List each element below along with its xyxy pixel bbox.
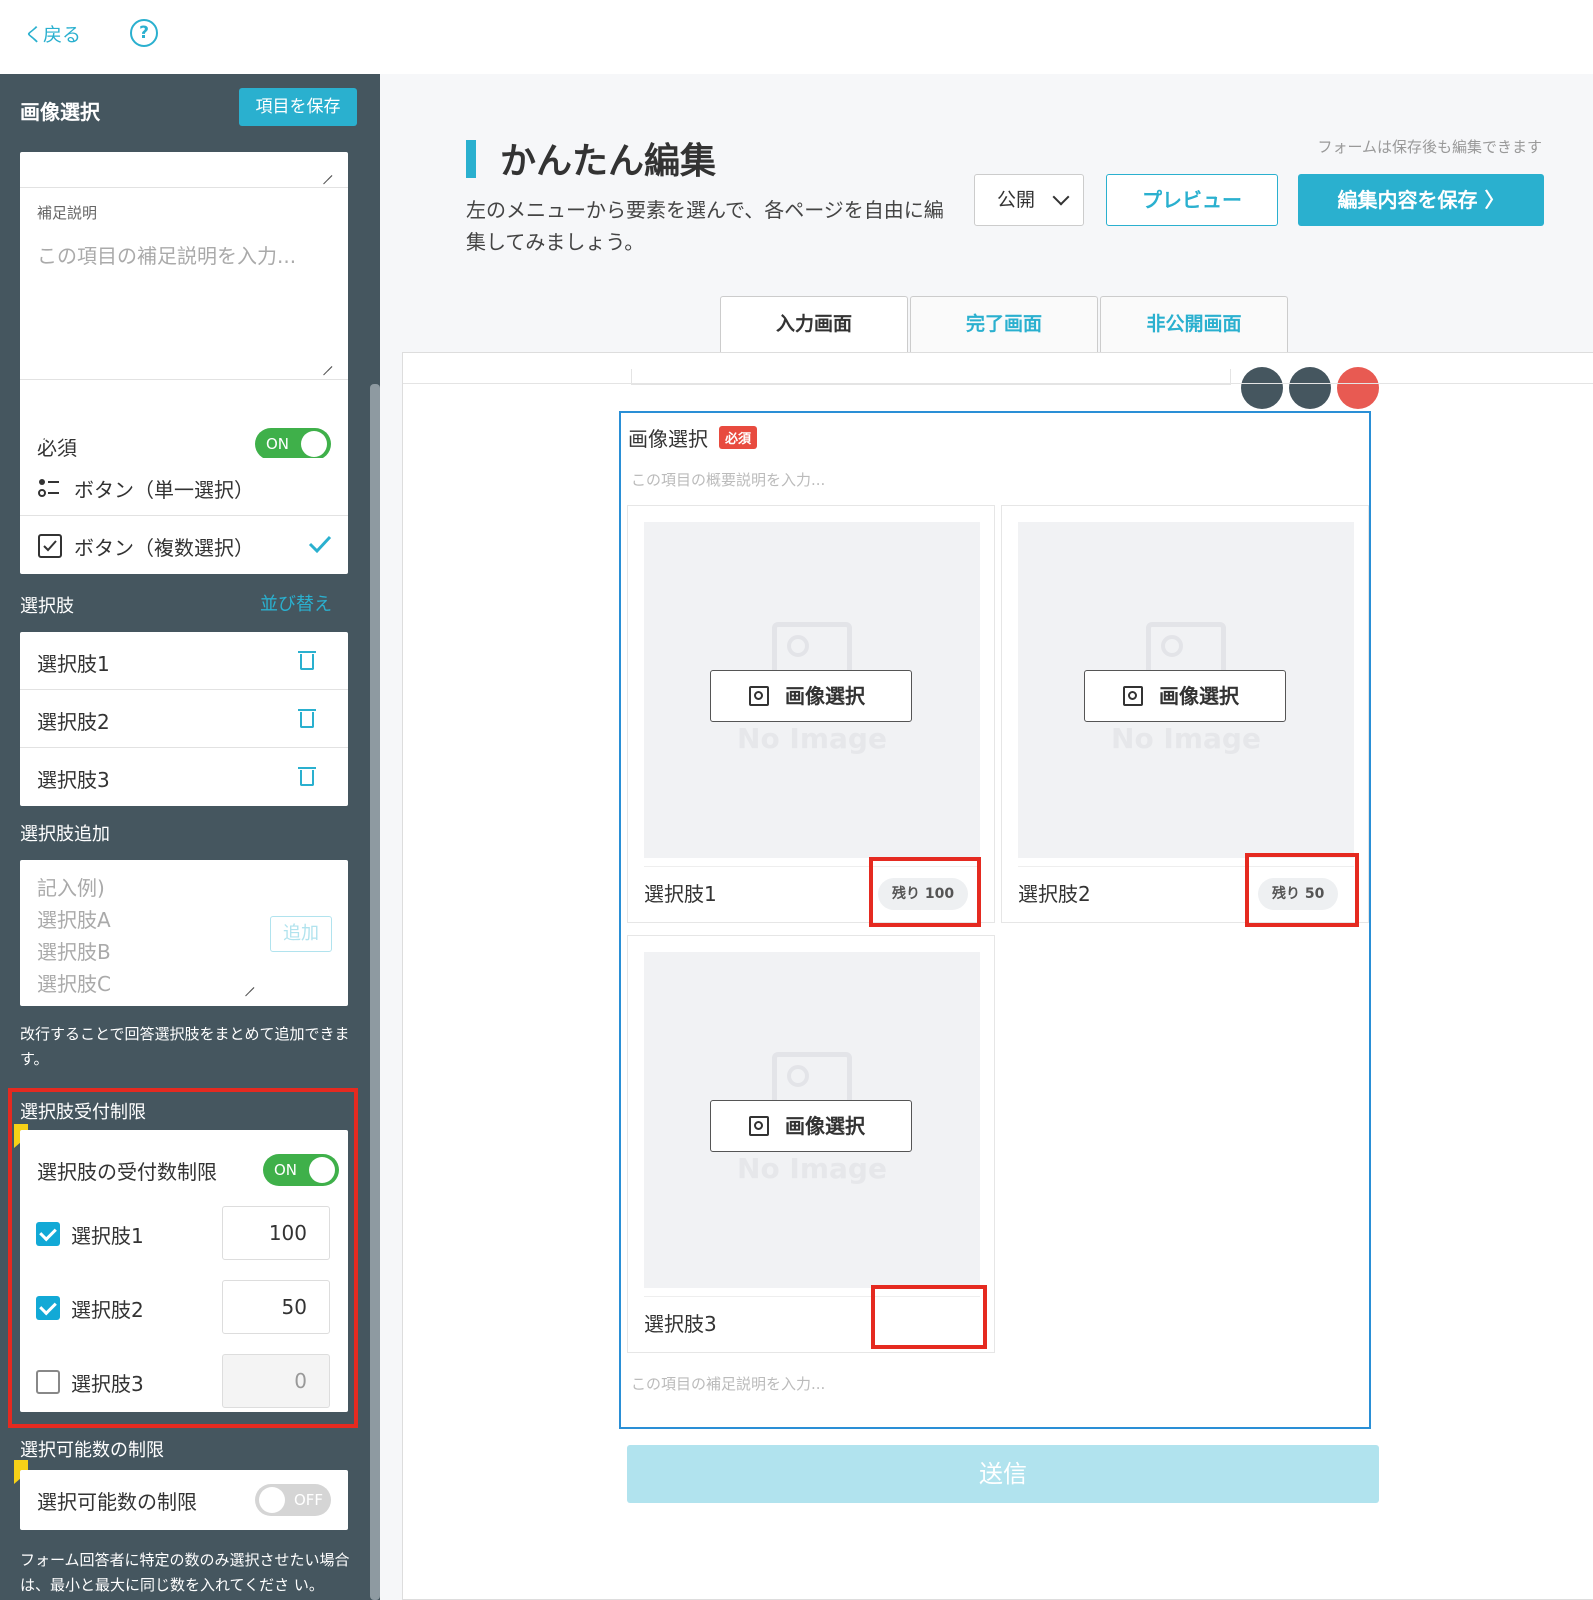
choice-label: 選択肢2 xyxy=(37,710,110,734)
toggle-state: ON xyxy=(266,435,290,453)
resize-handle-icon[interactable] xyxy=(320,355,334,369)
add-choice-placeholder-line: 選択肢B xyxy=(37,940,111,964)
public-status-label: 公開 xyxy=(997,189,1036,211)
no-image-text: No Image xyxy=(1111,722,1261,755)
trash-icon[interactable] xyxy=(298,709,316,728)
toggle-knob xyxy=(259,1487,285,1513)
delete-icon[interactable] xyxy=(1337,367,1379,409)
tab-input[interactable]: 入力画面 xyxy=(720,296,908,353)
image-select-button[interactable]: 画像選択 xyxy=(710,670,912,722)
highlight-box xyxy=(871,1285,987,1349)
sidebar-scrollbar[interactable] xyxy=(370,384,380,1600)
required-toggle[interactable]: ON xyxy=(255,428,331,460)
toggle-knob xyxy=(301,431,327,457)
checkbox-icon xyxy=(38,534,62,558)
highlight-box xyxy=(869,857,981,927)
resize-handle-icon[interactable] xyxy=(242,976,256,990)
reorder-link[interactable]: 並び替え xyxy=(260,590,332,616)
choice-label: 選択肢3 xyxy=(37,768,110,792)
image-select-label: 画像選択 xyxy=(785,684,865,708)
submit-button[interactable]: 送信 xyxy=(627,1445,1379,1503)
supplement-textarea[interactable]: この項目の補足説明を入力... xyxy=(20,226,348,380)
image-select-label: 画像選択 xyxy=(785,1114,865,1138)
image-select-button[interactable]: 画像選択 xyxy=(1084,670,1286,722)
format-option-label: ボタン（複数選択） xyxy=(74,536,254,560)
option-label: 選択肢2 xyxy=(1018,882,1091,906)
form-canvas: 画像選択 必須 この項目の概要説明を入力... No Image 画像選択 選択… xyxy=(402,352,1593,1600)
sidebar-title: 画像選択 xyxy=(20,100,100,124)
add-choice-placeholder-line: 選択肢C xyxy=(37,972,111,996)
image-placeholder: No Image 画像選択 xyxy=(1018,522,1354,858)
select-count-card: 選択可能数の制限 OFF xyxy=(20,1470,348,1530)
add-choice-note: 改行することで回答選択肢をまとめて追加できます。 xyxy=(20,1025,350,1068)
tab-complete[interactable]: 完了画面 xyxy=(910,296,1098,352)
required-badge: 必須 xyxy=(719,426,758,449)
supplement-label: 補足説明 xyxy=(37,204,98,222)
supplement-placeholder[interactable]: この項目の補足説明を入力... xyxy=(631,1373,825,1394)
title-accent-bar xyxy=(466,140,476,178)
image-icon xyxy=(1123,686,1143,706)
main-area: かんたん編集 左のメニューから要素を選んで、各ページを自由に編集してみましょう。… xyxy=(380,74,1593,1600)
choices-label: 選択肢 xyxy=(20,596,74,617)
public-status-dropdown[interactable]: 公開 xyxy=(974,174,1084,226)
top-bar: く戻る ? xyxy=(0,0,1593,74)
option-label: 選択肢3 xyxy=(644,1312,717,1336)
list-radio-icon xyxy=(38,478,60,498)
highlight-box xyxy=(1245,853,1359,927)
image-icon xyxy=(749,686,769,706)
image-select-label: 画像選択 xyxy=(1159,684,1239,708)
select-format-card: ボタン（単一選択） ボタン（複数選択） xyxy=(20,458,348,574)
page-description: 左のメニューから要素を選んで、各ページを自由に編集してみましょう。 xyxy=(466,198,944,254)
select-count-note: フォーム回答者に特定の数のみ選択させたい場合は、最小と最大に同じ数を入れてくださ… xyxy=(20,1551,350,1594)
save-item-button[interactable]: 項目を保存 xyxy=(239,88,357,126)
help-icon[interactable]: ? xyxy=(130,19,158,47)
save-hint: フォームは保存後も編集できます xyxy=(1317,138,1542,156)
page-title: かんたん編集 xyxy=(500,141,717,182)
choices-list: 選択肢1 選択肢2 選択肢3 xyxy=(20,632,348,806)
tab-private[interactable]: 非公開画面 xyxy=(1100,296,1288,352)
add-choice-button[interactable]: 追加 xyxy=(270,916,332,952)
trash-icon[interactable] xyxy=(298,767,316,786)
no-image-text: No Image xyxy=(737,722,887,755)
back-link[interactable]: く戻る xyxy=(24,20,81,47)
image-icon xyxy=(749,1116,769,1136)
resize-handle-icon[interactable] xyxy=(320,164,334,178)
format-option-single[interactable]: ボタン（単一選択） xyxy=(20,458,348,516)
image-select-button[interactable]: 画像選択 xyxy=(710,1100,912,1152)
list-item[interactable]: 選択肢1 xyxy=(20,632,348,690)
highlight-box xyxy=(8,1088,358,1428)
summary-placeholder[interactable]: この項目の概要説明を入力... xyxy=(631,469,825,490)
chevron-down-icon xyxy=(1052,188,1070,206)
divider xyxy=(403,383,1593,384)
select-count-toggle-label: 選択可能数の制限 xyxy=(37,1490,197,1514)
trash-icon[interactable] xyxy=(298,651,316,670)
image-placeholder: No Image 画像選択 xyxy=(644,952,980,1288)
image-select-question[interactable]: 画像選択 必須 この項目の概要説明を入力... No Image 画像選択 選択… xyxy=(619,411,1371,1429)
toggle-state: OFF xyxy=(293,1491,323,1509)
select-count-toggle[interactable]: OFF xyxy=(255,1484,331,1516)
option-label: 選択肢1 xyxy=(644,882,717,906)
list-item[interactable]: 選択肢2 xyxy=(20,690,348,748)
selected-check-icon xyxy=(308,534,332,558)
add-choice-placeholder-line: 選択肢A xyxy=(37,908,111,932)
select-format-label: 選択形式 xyxy=(20,424,92,445)
copy-icon[interactable] xyxy=(1289,367,1331,409)
save-edits-button[interactable]: 編集内容を保存 〉 xyxy=(1298,174,1544,226)
sidebar: 画像選択 項目を保存 補足説明 この項目の補足説明を入力... 必須 ON 選択… xyxy=(0,74,380,1600)
add-choice-label: 選択肢追加 xyxy=(20,824,110,845)
no-image-text: No Image xyxy=(737,1152,887,1185)
question-title: 画像選択 xyxy=(628,427,708,451)
preview-button[interactable]: プレビュー xyxy=(1106,174,1278,226)
add-choice-textarea[interactable]: 記入例) 選択肢A 選択肢B 選択肢C 追加 xyxy=(20,860,348,1006)
description-textarea[interactable] xyxy=(20,152,348,188)
format-option-label: ボタン（単一選択） xyxy=(74,478,254,502)
add-choice-placeholder-line: 記入例) xyxy=(37,876,105,900)
move-up-icon[interactable] xyxy=(1241,367,1283,409)
list-item[interactable]: 選択肢3 xyxy=(20,748,348,806)
supplement-placeholder: この項目の補足説明を入力... xyxy=(37,244,297,268)
choice-label: 選択肢1 xyxy=(37,652,110,676)
select-count-section-label: 選択可能数の制限 xyxy=(20,1440,164,1461)
image-placeholder: No Image 画像選択 xyxy=(644,522,980,858)
format-option-multiple[interactable]: ボタン（複数選択） xyxy=(20,516,348,574)
